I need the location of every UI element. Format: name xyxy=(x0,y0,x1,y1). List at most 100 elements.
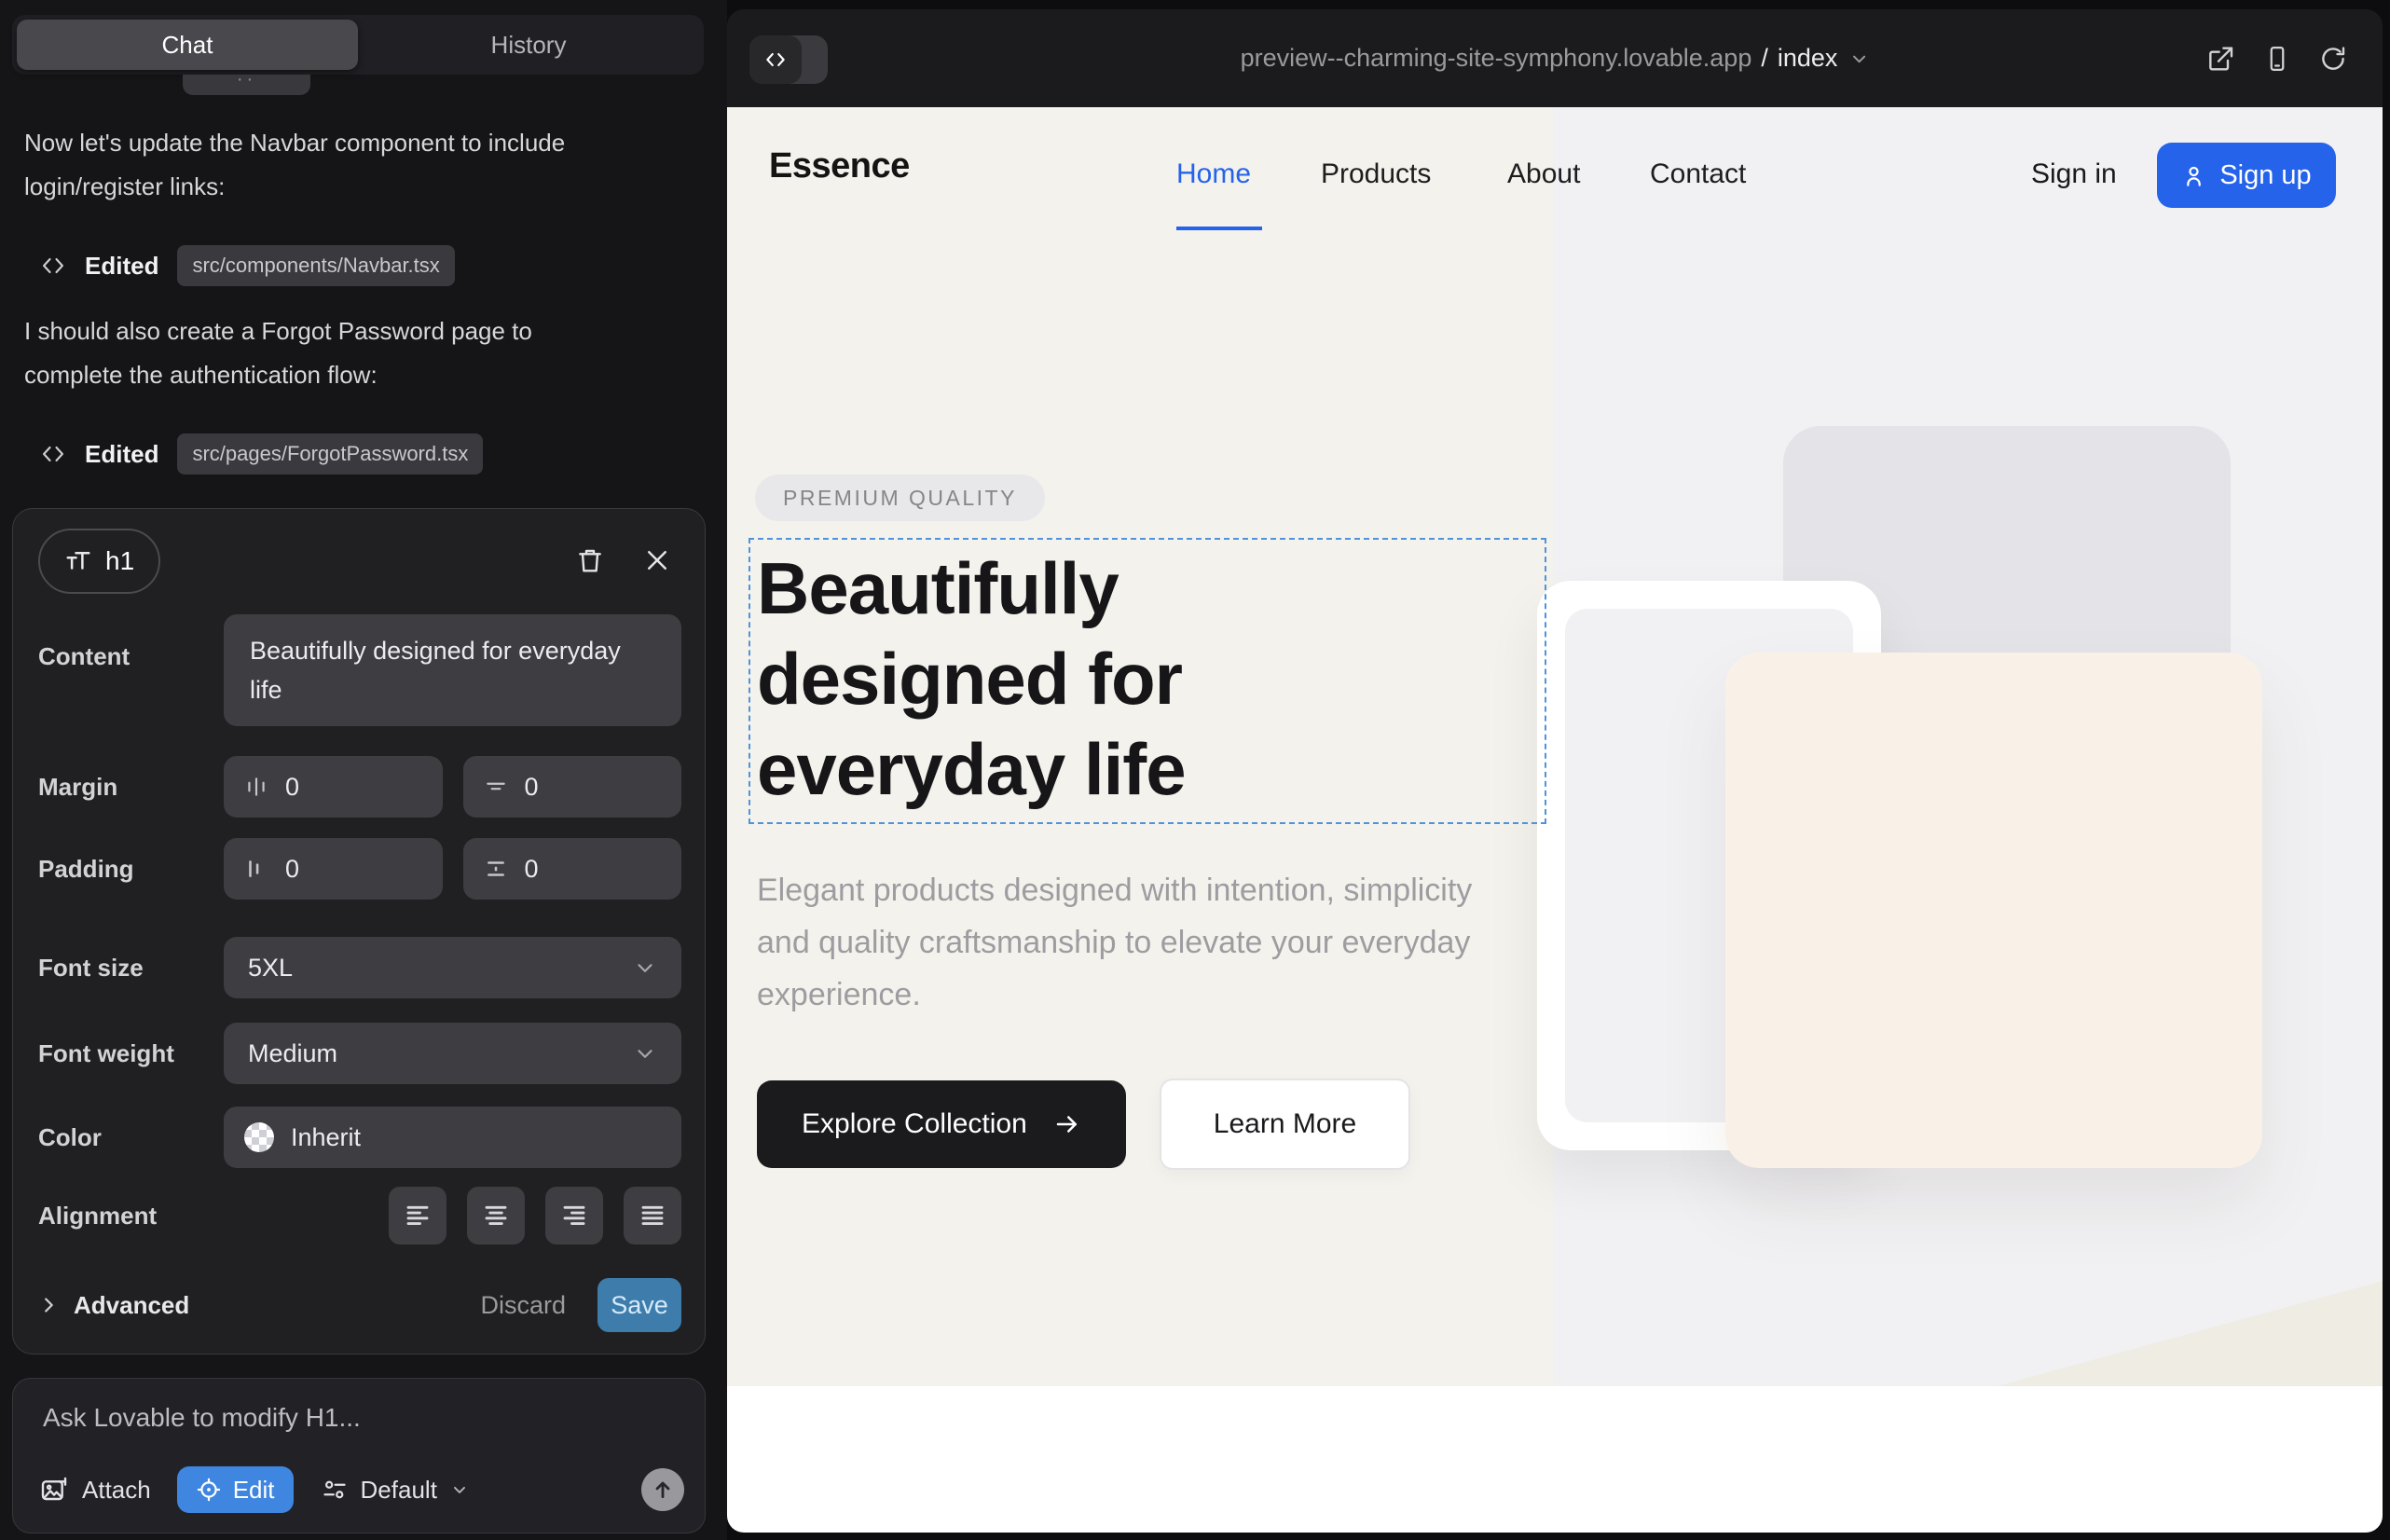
hero-subtext: Elegant products designed with intention… xyxy=(757,864,1484,1021)
chevron-down-icon xyxy=(450,1480,469,1499)
advanced-row: Advanced Discard Save xyxy=(38,1278,681,1332)
content-row: Content Beautifully designed for everyda… xyxy=(38,614,681,756)
chevron-down-icon xyxy=(633,1041,657,1066)
margin-label: Margin xyxy=(38,773,224,802)
font-size-select[interactable]: 5XL xyxy=(224,937,681,998)
align-justify-icon xyxy=(639,1202,666,1230)
padding-row: Padding 0 0 xyxy=(38,838,681,900)
padding-vertical-icon xyxy=(484,857,508,881)
site-navbar: Essence Home Products About Contact Sign… xyxy=(727,107,2383,242)
tab-history[interactable]: History xyxy=(358,20,699,70)
margin-y-value: 0 xyxy=(525,773,539,802)
nav-active-underline xyxy=(1176,227,1262,230)
selected-element-tag: h1 xyxy=(105,546,134,576)
edited-file-row: Edited src/components/Navbar.tsx xyxy=(40,244,455,287)
nav-link-about[interactable]: About xyxy=(1507,158,1580,190)
nav-link-contact[interactable]: Contact xyxy=(1650,158,1746,190)
lovable-editor-app: Chat History ·· Now let's update the Nav… xyxy=(0,0,2390,1540)
refresh-button[interactable] xyxy=(2319,45,2347,73)
color-row: Color Inherit xyxy=(38,1107,681,1168)
sign-in-button[interactable]: Sign in xyxy=(2031,158,2117,190)
edit-mode-label: Edit xyxy=(233,1476,275,1505)
align-left-button[interactable] xyxy=(389,1187,446,1244)
arrow-up-icon xyxy=(651,1478,675,1502)
nav-link-home[interactable]: Home xyxy=(1176,158,1251,190)
assistant-message: I should also create a Forgot Password p… xyxy=(24,309,584,397)
font-weight-value: Medium xyxy=(248,1039,337,1068)
color-value: Inherit xyxy=(291,1123,361,1152)
assistant-message: Now let's update the Navbar component to… xyxy=(24,121,584,209)
preview-url[interactable]: preview--charming-site-symphony.lovable.… xyxy=(1241,9,1870,107)
font-weight-row: Font weight Medium xyxy=(38,1023,681,1084)
send-button[interactable] xyxy=(641,1468,684,1511)
h1-selection-outline[interactable] xyxy=(749,538,1546,824)
attach-button[interactable]: Attach xyxy=(39,1475,151,1505)
chat-panel: Chat History ·· Now let's update the Nav… xyxy=(0,0,727,1540)
padding-y-value: 0 xyxy=(525,855,539,884)
model-default-label: Default xyxy=(361,1476,437,1505)
color-select[interactable]: Inherit xyxy=(224,1107,681,1168)
explore-collection-label: Explore Collection xyxy=(802,1108,1027,1140)
hero-cta-row: Explore Collection Learn More xyxy=(757,1079,1410,1170)
model-default-button[interactable]: Default xyxy=(322,1476,469,1505)
chevron-down-icon xyxy=(633,956,657,980)
alignment-row: Alignment xyxy=(38,1187,681,1244)
tab-chat[interactable]: Chat xyxy=(17,20,358,70)
edited-file-row: Edited src/pages/ForgotPassword.tsx xyxy=(40,433,483,475)
margin-x-input[interactable]: 0 xyxy=(224,756,443,818)
font-size-row: Font size 5XL xyxy=(38,937,681,998)
align-center-button[interactable] xyxy=(467,1187,525,1244)
decor-card-beige xyxy=(1725,653,2262,1168)
sign-up-button[interactable]: Sign up xyxy=(2157,143,2336,208)
attach-label: Attach xyxy=(82,1476,151,1505)
margin-vertical-icon xyxy=(484,775,508,799)
align-center-icon xyxy=(482,1202,510,1230)
discard-button[interactable]: Discard xyxy=(480,1291,566,1320)
align-right-icon xyxy=(560,1202,588,1230)
trash-icon xyxy=(575,545,605,575)
sliders-icon xyxy=(322,1477,348,1503)
save-button[interactable]: Save xyxy=(598,1278,681,1332)
edited-label: Edited xyxy=(85,252,158,281)
selected-element-pill[interactable]: h1 xyxy=(38,529,160,594)
padding-y-input[interactable]: 0 xyxy=(463,838,682,900)
chevron-down-icon xyxy=(1848,48,1869,69)
prompt-input[interactable]: Ask Lovable to modify H1... xyxy=(43,1403,361,1433)
edit-mode-button[interactable]: Edit xyxy=(177,1466,294,1513)
explore-collection-button[interactable]: Explore Collection xyxy=(757,1080,1126,1168)
site-logo[interactable]: Essence xyxy=(769,146,910,186)
mobile-view-button[interactable] xyxy=(2263,45,2291,73)
prompt-toolbar: Attach Edit Default xyxy=(39,1465,684,1514)
margin-y-input[interactable]: 0 xyxy=(463,756,682,818)
font-size-value: 5XL xyxy=(248,954,293,983)
color-swatch xyxy=(244,1122,274,1152)
advanced-toggle[interactable]: Advanced xyxy=(38,1291,189,1320)
margin-horizontal-icon xyxy=(244,775,268,799)
editor-rows: Content Beautifully designed for everyda… xyxy=(38,614,681,1332)
url-separator: / xyxy=(1761,44,1768,73)
padding-x-input[interactable]: 0 xyxy=(224,838,443,900)
close-icon xyxy=(643,546,671,574)
font-weight-select[interactable]: Medium xyxy=(224,1023,681,1084)
file-badge[interactable]: src/components/Navbar.tsx xyxy=(177,245,454,286)
close-editor-button[interactable] xyxy=(639,543,675,578)
attach-image-icon xyxy=(39,1475,69,1505)
align-right-button[interactable] xyxy=(545,1187,603,1244)
premium-quality-badge: PREMIUM QUALITY xyxy=(755,474,1045,521)
url-page: index xyxy=(1778,44,1838,73)
align-justify-button[interactable] xyxy=(624,1187,681,1244)
code-icon xyxy=(749,35,802,84)
file-badge[interactable]: src/pages/ForgotPassword.tsx xyxy=(177,433,483,474)
element-editor-panel: h1 Content Beautifully designed for ever… xyxy=(12,508,706,1354)
align-left-icon xyxy=(404,1202,432,1230)
content-input[interactable]: Beautifully designed for everyday life xyxy=(224,614,681,726)
nav-link-products[interactable]: Products xyxy=(1321,158,1431,190)
browser-actions xyxy=(2205,9,2347,107)
open-external-button[interactable] xyxy=(2205,44,2235,74)
font-weight-label: Font weight xyxy=(38,1039,224,1068)
scrolled-file-badge: ·· xyxy=(183,75,310,95)
delete-element-button[interactable] xyxy=(572,543,608,578)
code-view-toggle[interactable] xyxy=(749,35,828,84)
edited-label: Edited xyxy=(85,440,158,469)
learn-more-button[interactable]: Learn More xyxy=(1160,1079,1410,1170)
